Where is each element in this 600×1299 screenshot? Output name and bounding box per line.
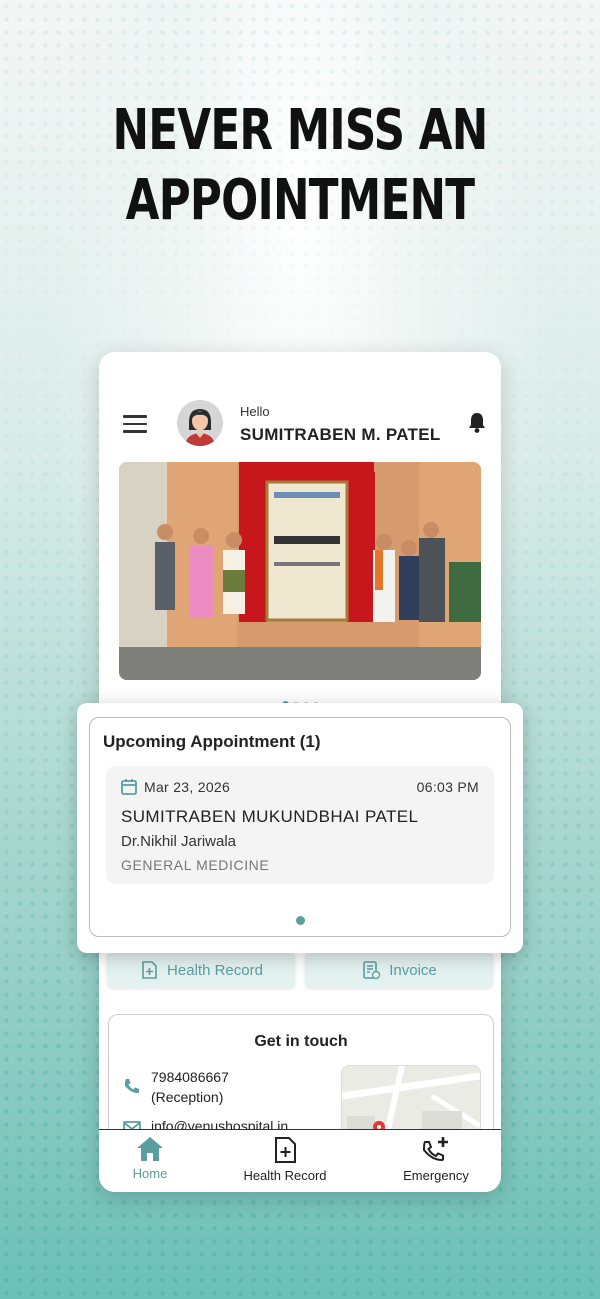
phone-number-label: (Reception) xyxy=(151,1089,224,1105)
invoice-label: Invoice xyxy=(389,961,437,979)
appointment-patient: SUMITRABEN MUKUNDBHAI PATEL xyxy=(121,807,419,826)
appointment-doctor: Dr.Nikhil Jariwala xyxy=(121,833,237,850)
appointment-pager-dot[interactable] xyxy=(296,916,305,925)
health-record-button[interactable]: Health Record xyxy=(107,952,295,988)
avatar[interactable] xyxy=(177,400,223,446)
emergency-icon xyxy=(422,1137,448,1162)
appointment-item[interactable]: Mar 23, 2026 06:03 PM SUMITRABEN MUKUNDB… xyxy=(106,766,494,884)
appointment-date: Mar 23, 2026 xyxy=(144,779,231,795)
invoice-button[interactable]: Invoice xyxy=(305,952,493,988)
appointment-section-title: Upcoming Appointment (1) xyxy=(103,732,321,751)
calendar-icon xyxy=(121,779,137,795)
health-record-icon xyxy=(275,1137,296,1163)
headline-line-1: NEVER MISS AN xyxy=(112,98,489,163)
greeting: Hello xyxy=(240,404,270,419)
appointment-department: GENERAL MEDICINE xyxy=(121,857,270,873)
nav-home[interactable]: Home xyxy=(127,1136,173,1181)
contact-title: Get in touch xyxy=(254,1033,348,1050)
nav-health-record[interactable]: Health Record xyxy=(239,1136,331,1183)
menu-icon[interactable] xyxy=(123,415,147,433)
home-icon xyxy=(137,1137,163,1161)
nav-home-label: Home xyxy=(132,1166,168,1181)
banner-carousel[interactable] xyxy=(119,462,481,680)
phone-icon[interactable] xyxy=(123,1077,141,1095)
nav-health-record-label: Health Record xyxy=(243,1168,327,1183)
top-bar: Hello SUMITRABEN M. PATEL xyxy=(99,392,501,454)
appointment-time: 06:03 PM xyxy=(416,779,479,795)
bell-icon[interactable] xyxy=(467,412,487,434)
headline-line-2: APPOINTMENT xyxy=(125,168,475,233)
headline: NEVER MISS AN APPOINTMENT xyxy=(66,96,534,236)
appointment-panel: Upcoming Appointment (1) Mar 23, 2026 06… xyxy=(89,717,511,937)
health-record-label: Health Record xyxy=(167,961,263,979)
phone-number[interactable]: 7984086667 (Reception) xyxy=(151,1067,229,1107)
nav-emergency[interactable]: Emergency xyxy=(399,1136,473,1183)
phone-number-line: 7984086667 xyxy=(151,1069,229,1085)
appointment-card: Upcoming Appointment (1) Mar 23, 2026 06… xyxy=(77,703,523,953)
user-name: SUMITRABEN M. PATEL xyxy=(240,425,441,444)
health-record-icon xyxy=(142,961,157,979)
bottom-navigation: Home Health Record Emergency xyxy=(99,1129,501,1192)
nav-emergency-label: Emergency xyxy=(403,1168,469,1183)
invoice-icon xyxy=(363,961,381,980)
